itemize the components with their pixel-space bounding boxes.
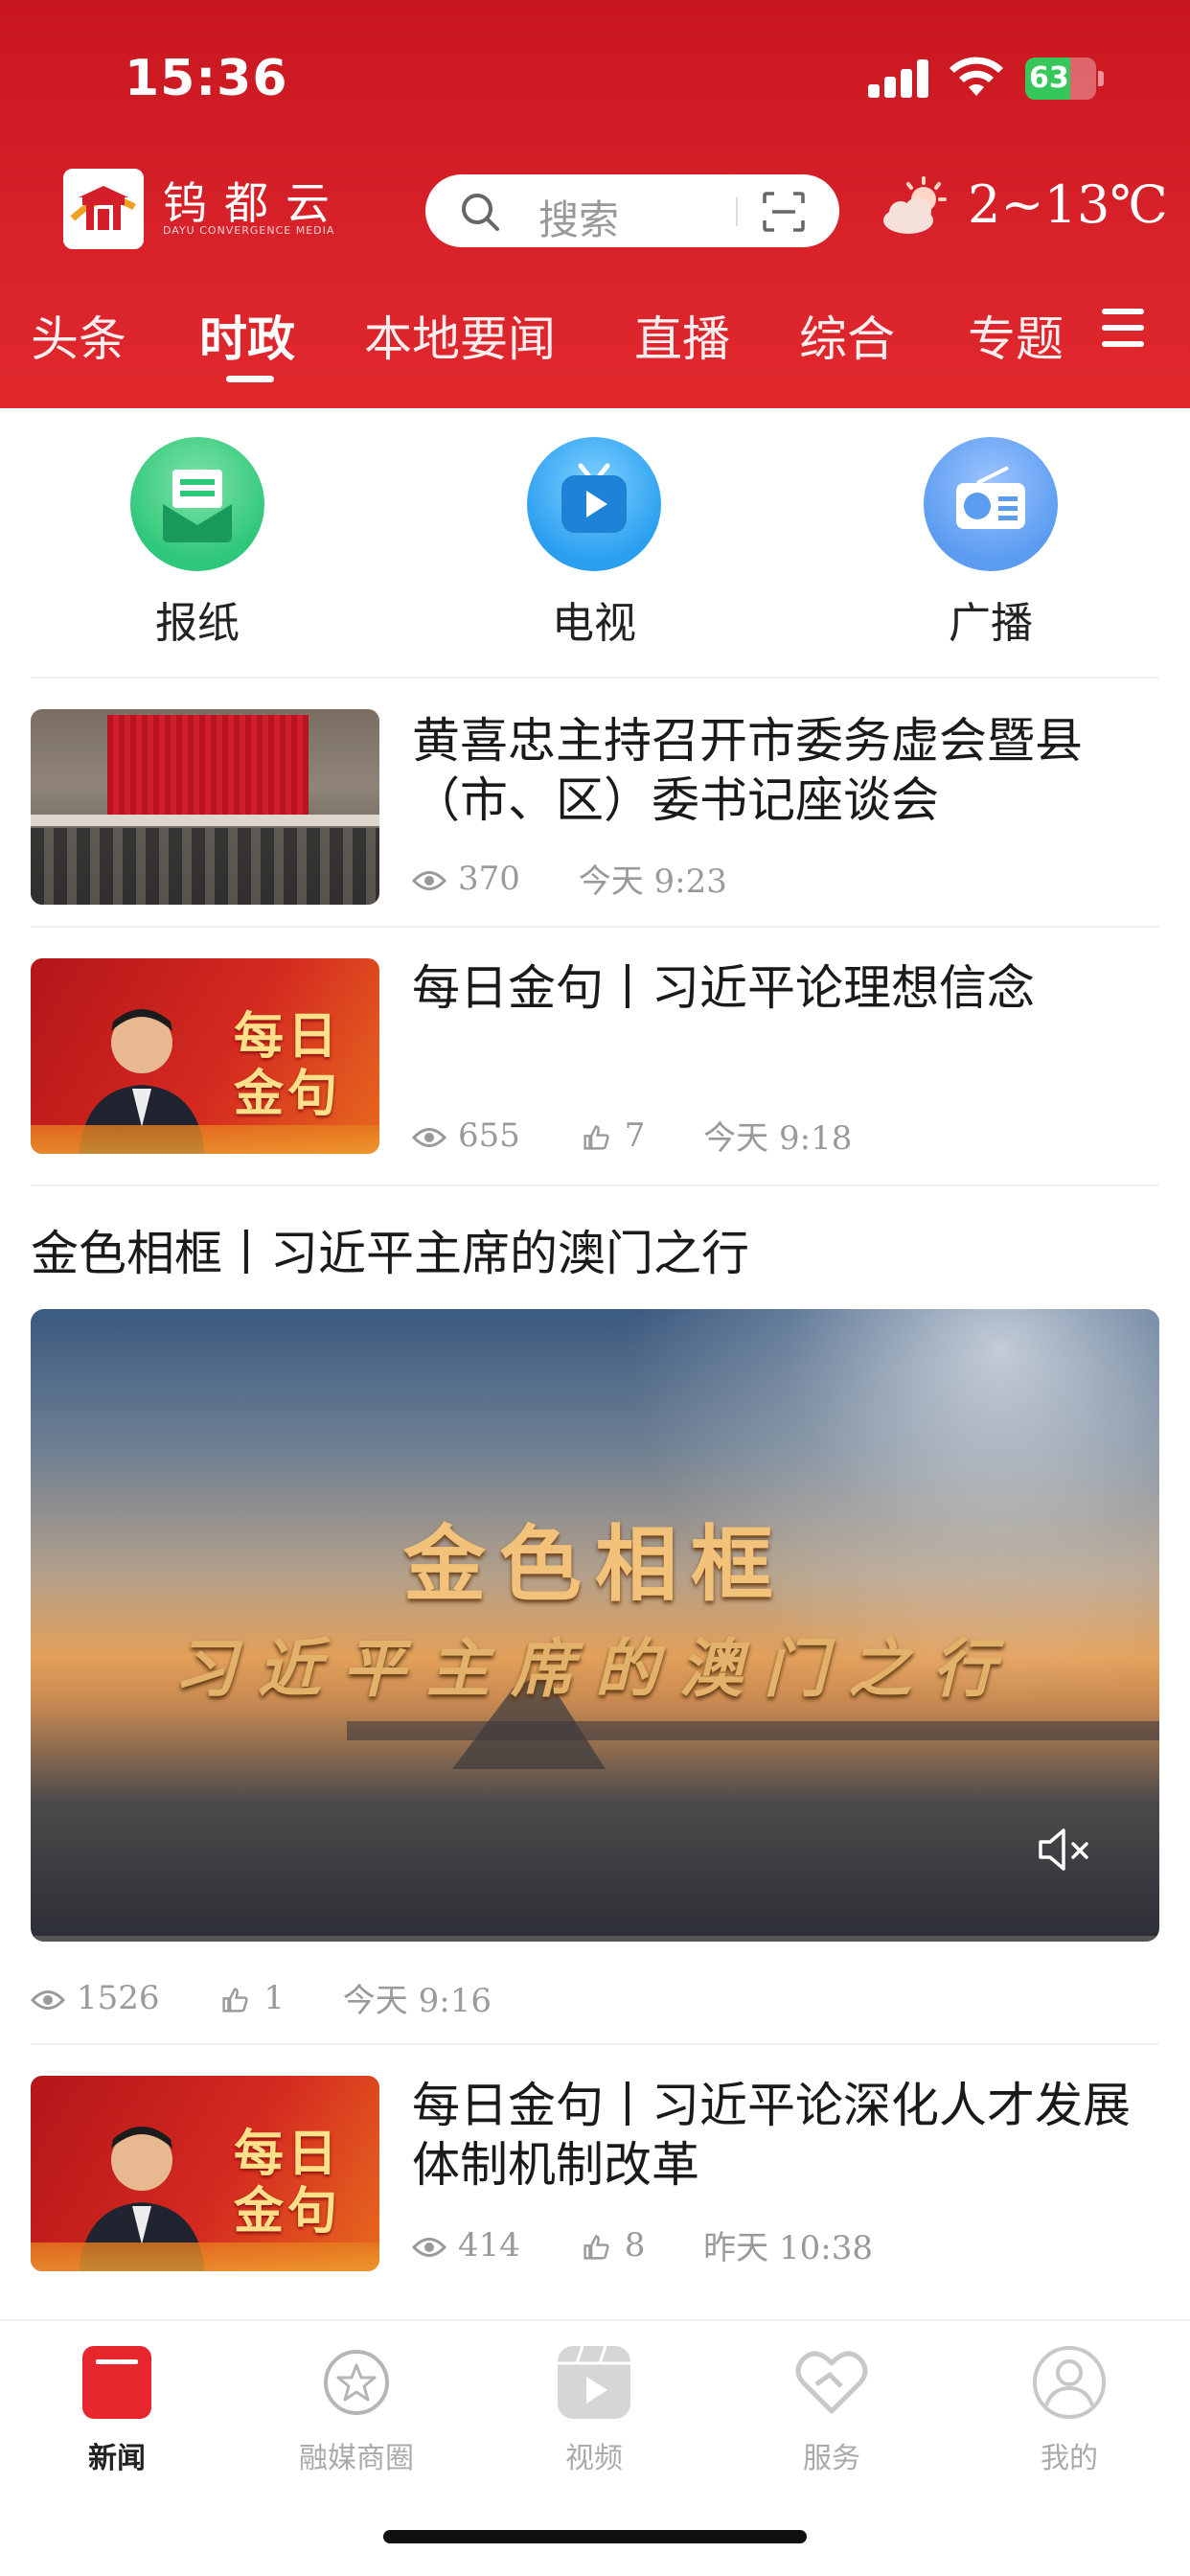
publish-time: 昨天 10:38	[703, 2229, 873, 2267]
search-icon	[462, 194, 499, 231]
newspaper-icon	[130, 437, 264, 571]
signal-icon	[868, 59, 929, 98]
quick-tv[interactable]: 电视	[498, 437, 690, 650]
tv-icon	[527, 437, 661, 571]
news-icon	[77, 2342, 157, 2423]
thumbnail-caption: 每日 金句	[233, 2126, 341, 2241]
app-name: 钨都云	[163, 177, 347, 229]
like-icon[interactable]	[579, 2234, 613, 2260]
like-icon[interactable]	[217, 1987, 252, 2012]
divider	[31, 2043, 1159, 2045]
quick-entries: 报纸 电视 广播	[0, 422, 1190, 671]
battery-icon: 63	[1025, 58, 1104, 100]
tabbar-services-label: 服务	[803, 2442, 860, 2475]
news-meta: 1526 1 今天 9:16	[31, 1974, 539, 2021]
tabbar-news-label: 新闻	[88, 2442, 146, 2475]
tab-general[interactable]: 综合	[799, 301, 895, 370]
mute-icon[interactable]	[1037, 1827, 1094, 1873]
thumbnail-caption: 每日 金句	[233, 1008, 341, 1123]
views-icon	[412, 870, 446, 890]
like-count: 8	[624, 2225, 646, 2265]
publish-time: 今天 9:16	[342, 1982, 492, 2020]
video-overlay-subtitle: 习近平主席的澳门之行	[173, 1631, 1017, 1706]
news-thumbnail: 每日 金句	[31, 2076, 379, 2271]
news-meta: 370 今天 9:23	[412, 855, 775, 902]
tabbar-video-label: 视频	[565, 2442, 623, 2475]
like-icon[interactable]	[579, 1124, 613, 1150]
menu-icon[interactable]	[1102, 309, 1144, 347]
like-count: 7	[624, 1116, 646, 1155]
news-meta: 414 8 昨天 10:38	[412, 2221, 921, 2268]
tab-local-news[interactable]: 本地要闻	[364, 301, 556, 370]
profile-icon	[1029, 2342, 1110, 2423]
partly-cloudy-icon	[883, 176, 947, 234]
battery-level: 63	[1029, 61, 1069, 95]
tabbar-video[interactable]: 视频	[517, 2342, 671, 2476]
quick-newspaper-label: 报纸	[155, 599, 240, 648]
news-item[interactable]: 每日 金句 每日金句丨习近平论深化人才发展体制机制改革 414 8 昨天 10:…	[0, 2076, 1190, 2287]
video-progress-bar[interactable]	[31, 1936, 1159, 1942]
quick-radio[interactable]: 广播	[895, 437, 1087, 650]
news-title: 黄喜忠主持召开市委务虚会暨县（市、区）委书记座谈会	[412, 713, 1083, 828]
radio-icon	[924, 437, 1058, 571]
tab-toutiao[interactable]: 头条	[31, 301, 126, 370]
news-meta: 655 7 今天 9:18	[412, 1112, 900, 1159]
views-icon	[31, 1990, 65, 2010]
view-count: 370	[458, 859, 520, 898]
publish-time: 今天 9:18	[703, 1119, 853, 1158]
news-thumbnail: 每日 金句	[31, 958, 379, 1154]
tabbar-commerce[interactable]: 融媒商圈	[280, 2342, 433, 2476]
views-icon	[412, 2237, 446, 2257]
search-placeholder: 搜索	[538, 196, 620, 243]
divider	[31, 677, 1159, 678]
news-title: 每日金句丨习近平论深化人才发展体制机制改革	[412, 2078, 1131, 2193]
like-count: 1	[263, 1978, 285, 2017]
divider	[31, 926, 1159, 928]
video-icon	[554, 2342, 634, 2423]
search-divider	[736, 197, 738, 226]
view-count: 1526	[77, 1978, 160, 2017]
views-icon	[412, 1127, 446, 1147]
video-player[interactable]: 金色相框 习近平主席的澳门之行	[31, 1309, 1159, 1942]
video-news-title[interactable]: 金色相框丨习近平主席的澳门之行	[31, 1215, 749, 1284]
app-logo[interactable]	[63, 169, 144, 249]
tab-special[interactable]: 专题	[968, 301, 1064, 370]
status-bar: 15:36 63	[0, 0, 1190, 153]
heart-hand-icon	[791, 2342, 872, 2423]
tabbar-commerce-label: 融媒商圈	[299, 2442, 414, 2475]
search-input[interactable]: 搜索	[425, 174, 839, 247]
channel-tabs: 头条 时政 本地要闻 直播 综合 专题	[0, 288, 1190, 383]
quick-newspaper[interactable]: 报纸	[102, 437, 293, 650]
view-count: 414	[458, 2225, 520, 2265]
news-item[interactable]: 每日 金句 每日金句丨习近平论理想信念 655 7 今天 9:18	[0, 958, 1190, 1169]
tabbar-news[interactable]: 新闻	[40, 2342, 194, 2476]
publish-time: 今天 9:23	[578, 862, 727, 901]
video-overlay-title: 金色相框	[403, 1516, 787, 1613]
tab-live[interactable]: 直播	[634, 301, 730, 370]
news-thumbnail	[31, 709, 379, 905]
app-header: 15:36 63 钨都云 DAYU CONVERGENCE MEDIA 搜索 2…	[0, 0, 1190, 408]
wifi-icon	[950, 57, 1003, 96]
scan-icon[interactable]	[763, 192, 805, 232]
star-circle-icon	[316, 2342, 397, 2423]
home-indicator[interactable]	[383, 2530, 807, 2543]
tabbar-profile[interactable]: 我的	[993, 2342, 1146, 2476]
app-subtitle: DAYU CONVERGENCE MEDIA	[163, 224, 335, 237]
tab-shizheng[interactable]: 时政	[199, 301, 295, 370]
news-item[interactable]: 黄喜忠主持召开市委务虚会暨县（市、区）委书记座谈会 370 今天 9:23	[0, 709, 1190, 920]
quick-tv-label: 电视	[552, 599, 636, 648]
active-tab-indicator	[226, 376, 274, 382]
view-count: 655	[458, 1116, 520, 1155]
news-title: 每日金句丨习近平论理想信念	[412, 960, 1035, 1016]
tabbar-services[interactable]: 服务	[755, 2342, 908, 2476]
divider	[31, 1184, 1159, 1186]
quick-radio-label: 广播	[949, 599, 1033, 648]
tabbar-profile-label: 我的	[1041, 2442, 1098, 2475]
weather-temperature: 2~13℃	[968, 174, 1168, 235]
status-time: 15:36	[125, 50, 288, 107]
